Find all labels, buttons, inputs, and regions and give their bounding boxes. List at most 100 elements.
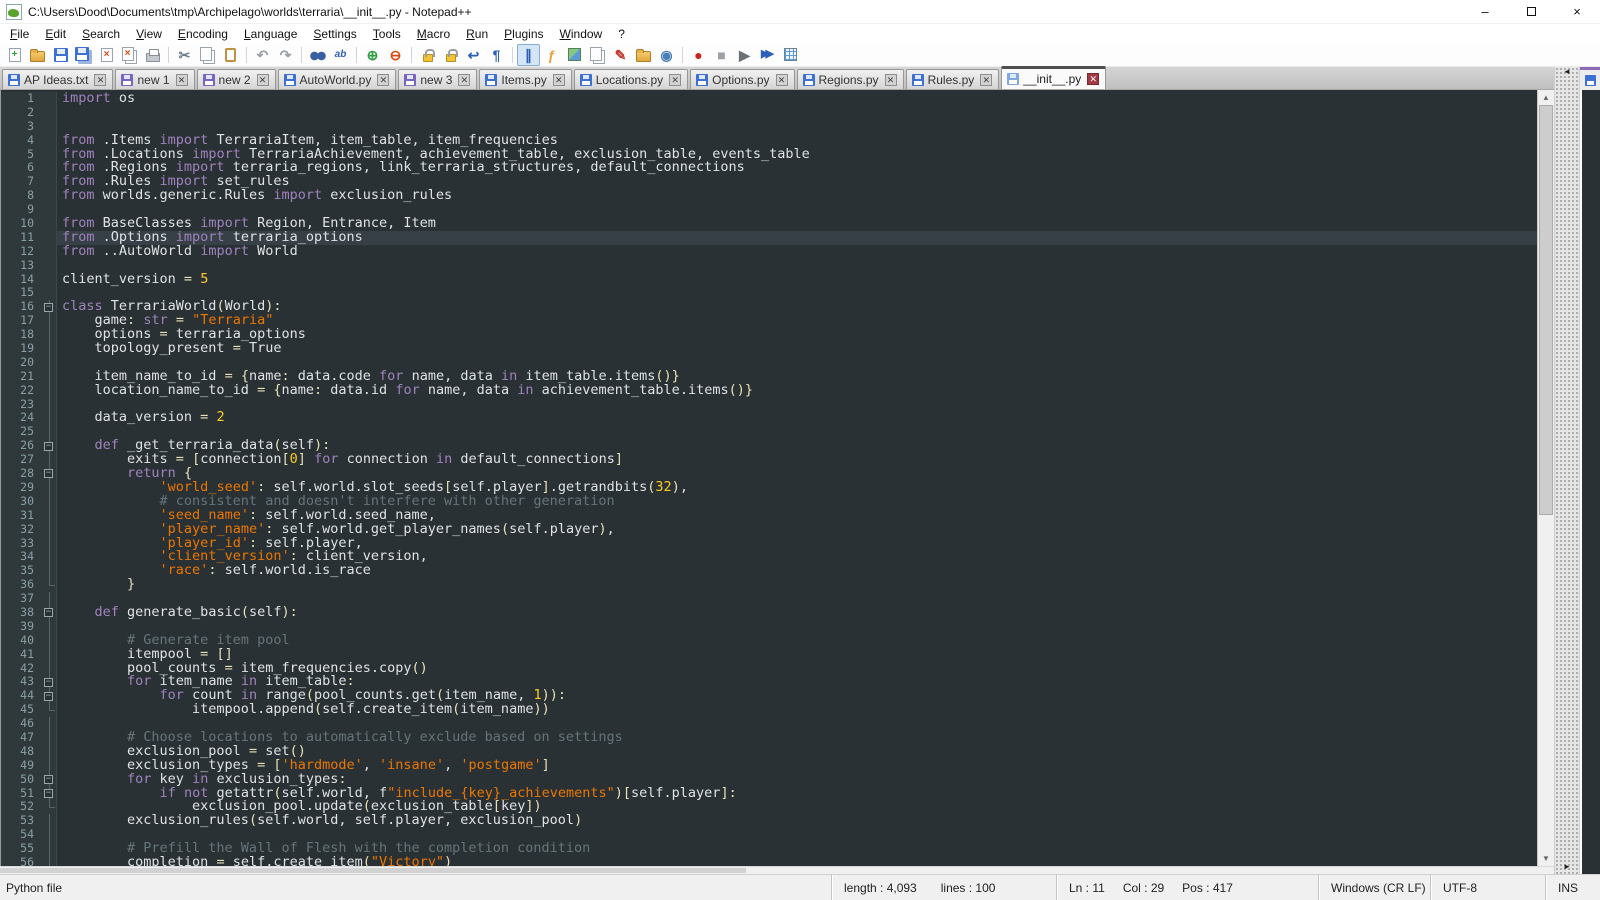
macro-record-icon[interactable]: ● xyxy=(687,44,710,66)
vertical-scrollbar[interactable]: ▲ ▼ xyxy=(1537,90,1554,866)
secondary-view-tab[interactable] xyxy=(1580,67,1600,90)
vertical-scroll-track[interactable] xyxy=(1538,105,1554,851)
tab-close-icon[interactable]: ✕ xyxy=(458,74,470,86)
code-editor[interactable]: 1import os234from .Items import Terraria… xyxy=(1,90,1537,866)
fold-collapse-marker[interactable]: − xyxy=(41,787,57,801)
show-all-characters-icon[interactable]: ¶ xyxy=(485,44,508,66)
open-file-icon[interactable] xyxy=(26,44,49,66)
tab-rules-py[interactable]: Rules.py✕ xyxy=(906,69,1000,89)
tab-close-icon[interactable]: ✕ xyxy=(669,74,681,86)
horizontal-scroll-thumb[interactable] xyxy=(0,868,746,873)
status-encoding[interactable]: UTF-8 xyxy=(1430,875,1545,900)
splitter-collapse-left-icon[interactable]: ◄ xyxy=(1563,67,1571,79)
menu-search[interactable]: Search xyxy=(74,25,128,43)
code-text[interactable]: from ..AutoWorld import World xyxy=(57,245,1537,259)
macro-stop-icon[interactable]: ■ xyxy=(710,44,733,66)
code-text[interactable]: data_version = 2 xyxy=(57,411,1537,425)
undo-icon[interactable]: ↶ xyxy=(251,44,274,66)
find-icon[interactable] xyxy=(306,44,329,66)
menu-view[interactable]: View xyxy=(128,25,170,43)
close-file-icon[interactable]: × xyxy=(95,44,118,66)
code-text[interactable]: def generate_basic(self): xyxy=(57,606,1537,620)
close-button[interactable]: × xyxy=(1554,0,1600,23)
scroll-down-arrow-icon[interactable]: ▼ xyxy=(1538,851,1554,866)
tab-locations-py[interactable]: Locations.py✕ xyxy=(574,69,688,89)
minimize-button[interactable]: – xyxy=(1462,0,1508,23)
document-list-icon[interactable] xyxy=(586,44,609,66)
sync-vertical-scroll-icon[interactable] xyxy=(416,44,439,66)
fold-collapse-marker[interactable]: − xyxy=(41,675,57,689)
menu-file[interactable]: File xyxy=(2,25,37,43)
function-list-icon[interactable]: ƒ xyxy=(540,44,563,66)
tab-close-icon[interactable]: ✕ xyxy=(1087,73,1099,85)
tab-new-2[interactable]: new 2✕ xyxy=(197,69,276,89)
code-text[interactable]: from worlds.generic.Rules import exclusi… xyxy=(57,189,1537,203)
new-file-icon[interactable]: + xyxy=(3,44,26,66)
code-text[interactable] xyxy=(57,106,1537,120)
tab-close-icon[interactable]: ✕ xyxy=(553,74,565,86)
menu-window[interactable]: Window xyxy=(552,25,611,43)
tab-new-3[interactable]: new 3✕ xyxy=(398,69,477,89)
fold-collapse-marker[interactable]: − xyxy=(41,689,57,703)
code-text[interactable]: exits = [connection[0] for connection in… xyxy=(57,453,1537,467)
code-text[interactable]: } xyxy=(57,578,1537,592)
tab-close-icon[interactable]: ✕ xyxy=(257,74,269,86)
tab-autoworld-py[interactable]: AutoWorld.py✕ xyxy=(278,69,397,89)
redo-icon[interactable]: ↷ xyxy=(274,44,297,66)
code-text[interactable]: class TerrariaWorld(World): xyxy=(57,300,1537,314)
status-eol-format[interactable]: Windows (CR LF) xyxy=(1318,875,1430,900)
fold-collapse-marker[interactable]: − xyxy=(41,606,57,620)
save-icon[interactable] xyxy=(49,44,72,66)
tab-ap-ideas-txt[interactable]: AP Ideas.txt✕ xyxy=(2,69,113,89)
menu-encoding[interactable]: Encoding xyxy=(170,25,236,43)
code-text[interactable]: completion = self.create_item("Victory") xyxy=(57,856,1537,866)
word-wrap-icon[interactable]: ↩ xyxy=(462,44,485,66)
tab-options-py[interactable]: Options.py✕ xyxy=(690,69,794,89)
code-text[interactable]: exclusion_rules(self.world, self.player,… xyxy=(57,814,1537,828)
tab--init-py[interactable]: __init__.py✕ xyxy=(1001,66,1106,89)
menu-edit[interactable]: Edit xyxy=(37,25,74,43)
scroll-up-arrow-icon[interactable]: ▲ xyxy=(1538,90,1554,105)
code-text[interactable]: itempool.append(self.create_item(item_na… xyxy=(57,703,1537,717)
define-language-icon[interactable]: ✎ xyxy=(609,44,632,66)
zoom-out-icon[interactable]: ⊖ xyxy=(384,44,407,66)
document-map-icon[interactable] xyxy=(563,44,586,66)
folder-as-workspace-icon[interactable] xyxy=(632,44,655,66)
secondary-view-editor[interactable] xyxy=(1580,90,1600,874)
tab-close-icon[interactable]: ✕ xyxy=(176,74,188,86)
tab-close-icon[interactable]: ✕ xyxy=(377,74,389,86)
macro-play-icon[interactable]: ▶ xyxy=(733,44,756,66)
paste-icon[interactable] xyxy=(219,44,242,66)
macro-save-icon[interactable] xyxy=(779,44,802,66)
code-text[interactable] xyxy=(57,398,1537,412)
fold-collapse-marker[interactable]: − xyxy=(41,300,57,314)
splitter-collapse-right-icon[interactable]: ► xyxy=(1563,862,1571,874)
horizontal-scrollbar[interactable] xyxy=(0,866,1554,874)
monitoring-icon[interactable]: ◉ xyxy=(655,44,678,66)
print-icon[interactable] xyxy=(141,44,164,66)
fold-collapse-marker[interactable]: − xyxy=(41,467,57,481)
cut-icon[interactable]: ✂ xyxy=(173,44,196,66)
fold-collapse-marker[interactable]: − xyxy=(41,773,57,787)
tab-close-icon[interactable]: ✕ xyxy=(94,74,106,86)
zoom-in-icon[interactable]: ⊕ xyxy=(361,44,384,66)
code-text[interactable]: 'race': self.world.is_race xyxy=(57,564,1537,578)
tab-new-1[interactable]: new 1✕ xyxy=(115,69,194,89)
save-all-icon[interactable] xyxy=(72,44,95,66)
fold-collapse-marker[interactable]: − xyxy=(41,439,57,453)
menu-plugins[interactable]: Plugins xyxy=(496,25,551,43)
menu-macro[interactable]: Macro xyxy=(409,25,458,43)
macro-run-multiple-icon[interactable]: ▶▶ xyxy=(756,44,779,66)
menu-run[interactable]: Run xyxy=(458,25,496,43)
copy-icon[interactable] xyxy=(196,44,219,66)
code-text[interactable]: topology_present = True xyxy=(57,342,1537,356)
tab-close-icon[interactable]: ✕ xyxy=(776,74,788,86)
code-text[interactable] xyxy=(57,259,1537,273)
menu-settings[interactable]: Settings xyxy=(305,25,364,43)
tab-regions-py[interactable]: Regions.py✕ xyxy=(797,69,904,89)
status-insert-mode[interactable]: INS xyxy=(1545,875,1600,900)
code-text[interactable]: # Generate item pool xyxy=(57,634,1537,648)
tab-items-py[interactable]: Items.py✕ xyxy=(479,69,571,89)
menu-tools[interactable]: Tools xyxy=(365,25,409,43)
menu-help[interactable]: ? xyxy=(610,25,633,43)
